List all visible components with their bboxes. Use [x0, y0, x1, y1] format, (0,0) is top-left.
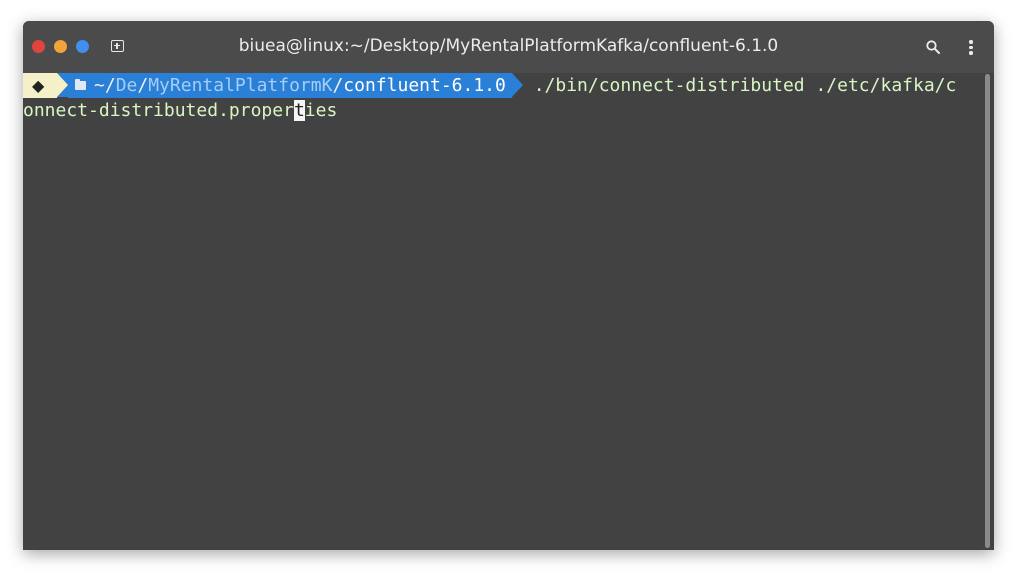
minimize-window-button[interactable] — [54, 40, 67, 53]
command-text-line1: ./bin/connect-distributed ./etc/kafka/c — [522, 75, 957, 96]
path-segment: ~/De/MyRentalPlatformK/confluent-6.1.0 — [68, 73, 512, 98]
path-separator: / — [332, 75, 344, 96]
path-separator: / — [137, 75, 149, 96]
folder-icon — [75, 79, 86, 90]
command-text-before-cursor: onnect-distributed.proper — [23, 100, 294, 121]
powerline-separator-icon — [511, 73, 523, 97]
os-logo-icon: ◆ — [32, 76, 45, 95]
title-bar[interactable]: biuea@linux:~/Desktop/MyRentalPlatformKa… — [23, 21, 994, 73]
command-continuation-line: onnect-distributed.properties — [23, 98, 337, 123]
prompt-line: ◆ ~/De/MyRentalPlatformK/confluent-6.1.0 … — [23, 73, 956, 98]
kebab-menu-icon[interactable] — [968, 40, 974, 55]
terminal-output[interactable]: ◆ ~/De/MyRentalPlatformK/confluent-6.1.0 … — [23, 73, 983, 550]
text-cursor: t — [293, 100, 305, 121]
path-part-desktop: De — [115, 75, 138, 96]
new-tab-icon[interactable] — [111, 40, 124, 52]
maximize-window-button[interactable] — [76, 40, 89, 53]
path-part-project: MyRentalPlatformK — [148, 75, 333, 96]
powerline-separator-icon — [57, 73, 68, 97]
search-icon[interactable] — [926, 40, 940, 54]
terminal-window: biuea@linux:~/Desktop/MyRentalPlatformKa… — [23, 21, 994, 550]
path-current-dir: confluent-6.1.0 — [343, 75, 506, 96]
window-title: biuea@linux:~/Desktop/MyRentalPlatformKa… — [238, 36, 779, 56]
command-text-after-cursor: ies — [304, 100, 338, 121]
path-home: ~/ — [94, 75, 116, 96]
vertical-scrollbar[interactable] — [985, 74, 990, 548]
scrollbar-thumb[interactable] — [985, 74, 990, 548]
close-window-button[interactable] — [32, 40, 45, 53]
os-segment: ◆ — [23, 73, 57, 98]
